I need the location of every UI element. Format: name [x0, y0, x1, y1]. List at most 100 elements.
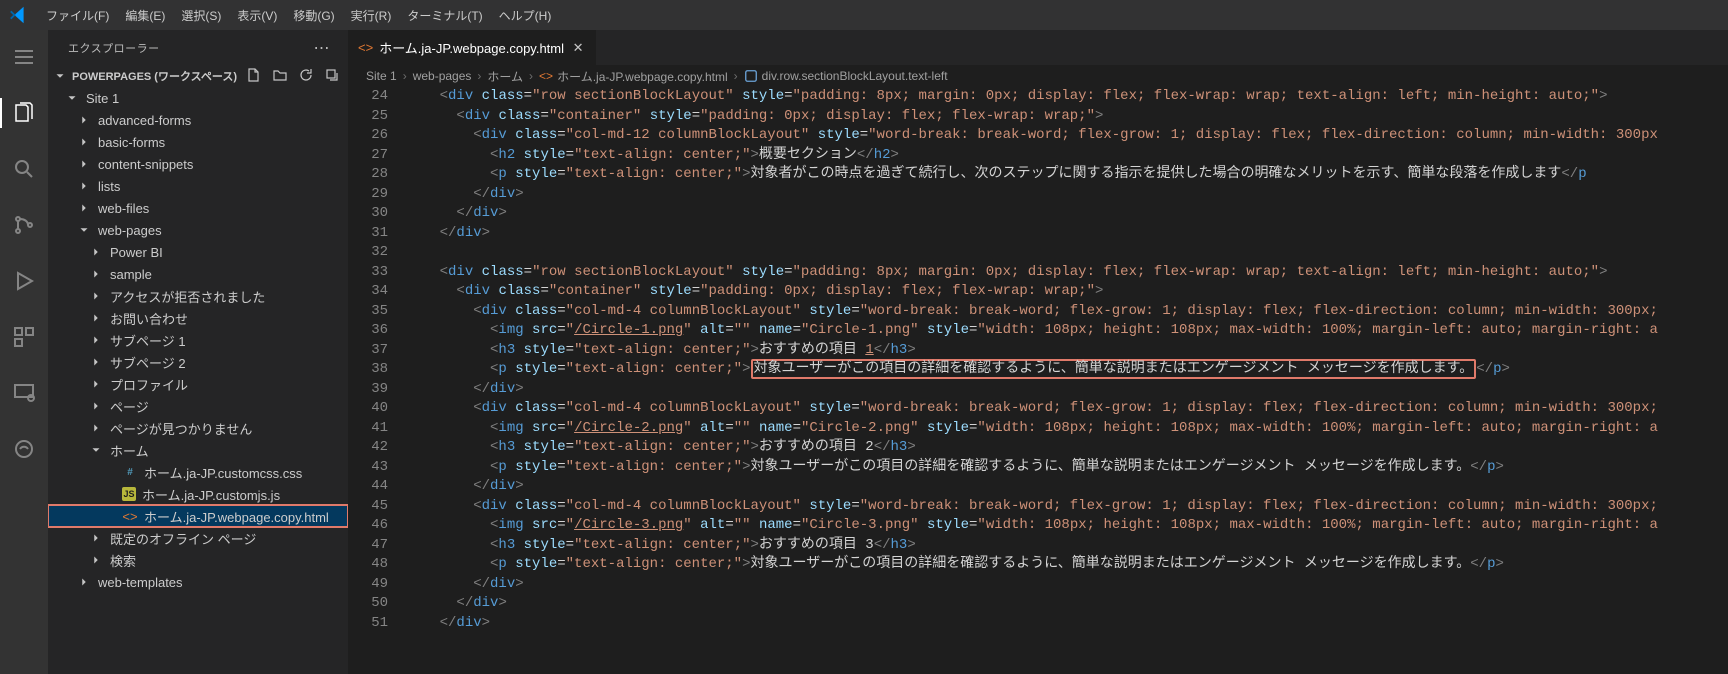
tree-folder[interactable]: web-pages	[48, 219, 348, 241]
explorer-icon[interactable]	[0, 96, 48, 130]
run-debug-icon[interactable]	[0, 264, 48, 298]
tree-label: web-pages	[98, 223, 162, 238]
chevron-right-icon	[88, 530, 104, 546]
breadcrumb-part[interactable]: div.row.sectionBlockLayout.text-left	[762, 69, 948, 83]
tree-folder[interactable]: advanced-forms	[48, 109, 348, 131]
explorer-sidebar: エクスプローラー ⋯ POWERPAGES (ワークスペース) Site 1 ad…	[48, 30, 348, 674]
chevron-right-icon	[76, 574, 92, 590]
tree-folder[interactable]: Site 1	[48, 87, 348, 109]
refresh-icon[interactable]	[298, 67, 314, 86]
collapse-all-icon[interactable]	[324, 67, 340, 86]
chevron-down-icon	[76, 222, 92, 238]
tree-label: 検索	[110, 551, 136, 570]
tree-label: 既定のオフライン ページ	[110, 529, 256, 548]
tree-label: ホーム.ja-JP.customcss.css	[144, 463, 302, 482]
tree-folder[interactable]: サブページ 2	[48, 351, 348, 373]
tree-label: ホーム.ja-JP.customjs.js	[142, 485, 280, 504]
workspace-name: POWERPAGES (ワークスペース)	[72, 68, 237, 84]
tree-folder[interactable]: ページが見つかりません	[48, 417, 348, 439]
symbol-icon	[744, 69, 758, 83]
breadcrumb-part[interactable]: Site 1	[366, 69, 397, 83]
tree-folder[interactable]: web-files	[48, 197, 348, 219]
tree-folder[interactable]: プロファイル	[48, 373, 348, 395]
tree-folder[interactable]: アクセスが拒否されました	[48, 285, 348, 307]
chevron-right-icon	[88, 376, 104, 392]
menu-item[interactable]: 表示(V)	[229, 3, 285, 28]
tree-folder[interactable]: lists	[48, 175, 348, 197]
html-file-icon: <>	[122, 509, 138, 524]
remote-icon[interactable]	[0, 376, 48, 410]
chevron-right-icon	[88, 244, 104, 260]
tree-folder[interactable]: ホーム	[48, 439, 348, 461]
chevron-right-icon	[76, 112, 92, 128]
new-file-icon[interactable]	[246, 67, 262, 86]
html-file-icon: <>	[358, 40, 373, 55]
tree-label: advanced-forms	[98, 113, 191, 128]
tree-label: sample	[110, 267, 152, 282]
chevron-right-icon	[88, 310, 104, 326]
close-icon[interactable]: ✕	[570, 40, 586, 56]
tree-label: プロファイル	[110, 375, 188, 394]
menu-item[interactable]: ヘルプ(H)	[491, 3, 560, 28]
chevron-right-icon: ›	[475, 69, 483, 83]
menu-item[interactable]: 選択(S)	[173, 3, 229, 28]
power-pages-icon[interactable]	[0, 432, 48, 466]
new-folder-icon[interactable]	[272, 67, 288, 86]
extensions-icon[interactable]	[0, 320, 48, 354]
chevron-right-icon	[76, 200, 92, 216]
tree-label: アクセスが拒否されました	[110, 287, 265, 306]
tree-label: basic-forms	[98, 135, 165, 150]
chevron-right-icon	[76, 134, 92, 150]
workspace-section-header[interactable]: POWERPAGES (ワークスペース)	[48, 65, 348, 87]
menu-item[interactable]: ターミナル(T)	[399, 3, 490, 28]
chevron-right-icon: ›	[401, 69, 409, 83]
menu-item[interactable]: 移動(G)	[285, 3, 342, 28]
code-editor[interactable]: 2425262728293031323334353637383940414243…	[348, 87, 1728, 674]
menu-item[interactable]: ファイル(F)	[38, 3, 117, 28]
tree-label: お問い合わせ	[110, 309, 188, 328]
tree-folder[interactable]: sample	[48, 263, 348, 285]
activity-bar	[0, 30, 48, 674]
breadcrumb[interactable]: Site 1 › web-pages › ホーム › <> ホーム.ja-JP.…	[348, 65, 1728, 87]
menu-item[interactable]: 実行(R)	[343, 3, 400, 28]
editor-tabs: <> ホーム.ja-JP.webpage.copy.html ✕	[348, 30, 1728, 65]
chevron-right-icon	[76, 156, 92, 172]
tree-folder[interactable]: ページ	[48, 395, 348, 417]
tree-folder[interactable]: 検索	[48, 549, 348, 571]
line-gutter: 2425262728293031323334353637383940414243…	[348, 87, 406, 674]
code-content[interactable]: <div class="row sectionBlockLayout" styl…	[406, 87, 1728, 674]
tree-folder[interactable]: サブページ 1	[48, 329, 348, 351]
css-file-icon: #	[122, 467, 138, 478]
tree-folder[interactable]: content-snippets	[48, 153, 348, 175]
breadcrumb-part[interactable]: ホーム	[487, 68, 523, 85]
tree-folder[interactable]: Power BI	[48, 241, 348, 263]
tree-label: lists	[98, 179, 120, 194]
tab-active[interactable]: <> ホーム.ja-JP.webpage.copy.html ✕	[348, 30, 597, 65]
file-tree[interactable]: Site 1 advanced-forms basic-forms content-s…	[48, 87, 348, 674]
explorer-title-label: エクスプローラー	[68, 40, 160, 56]
more-icon[interactable]: ⋯	[314, 38, 331, 58]
tab-label: ホーム.ja-JP.webpage.copy.html	[379, 38, 564, 57]
source-control-icon[interactable]	[0, 208, 48, 242]
menu-item[interactable]: 編集(E)	[117, 3, 173, 28]
tree-label: web-files	[98, 201, 149, 216]
tree-folder[interactable]: 既定のオフライン ページ	[48, 527, 348, 549]
breadcrumb-part[interactable]: web-pages	[413, 69, 472, 83]
tree-label: サブページ 2	[110, 353, 186, 372]
tree-folder[interactable]: basic-forms	[48, 131, 348, 153]
chevron-right-icon	[88, 420, 104, 436]
chevron-right-icon	[88, 332, 104, 348]
tree-label: Power BI	[110, 245, 163, 260]
tree-file[interactable]: <>ホーム.ja-JP.webpage.copy.html	[48, 505, 348, 527]
tree-file[interactable]: JSホーム.ja-JP.customjs.js	[48, 483, 348, 505]
tree-folder[interactable]: お問い合わせ	[48, 307, 348, 329]
menu-icon[interactable]	[0, 40, 48, 74]
chevron-right-icon: ›	[527, 69, 535, 83]
html-file-icon: <>	[539, 69, 553, 83]
search-icon[interactable]	[0, 152, 48, 186]
tree-folder[interactable]: web-templates	[48, 571, 348, 593]
tree-label: web-templates	[98, 575, 183, 590]
editor-group: <> ホーム.ja-JP.webpage.copy.html ✕ Site 1 …	[348, 30, 1728, 674]
breadcrumb-part[interactable]: ホーム.ja-JP.webpage.copy.html	[557, 68, 728, 85]
tree-file[interactable]: # ホーム.ja-JP.customcss.css	[48, 461, 348, 483]
